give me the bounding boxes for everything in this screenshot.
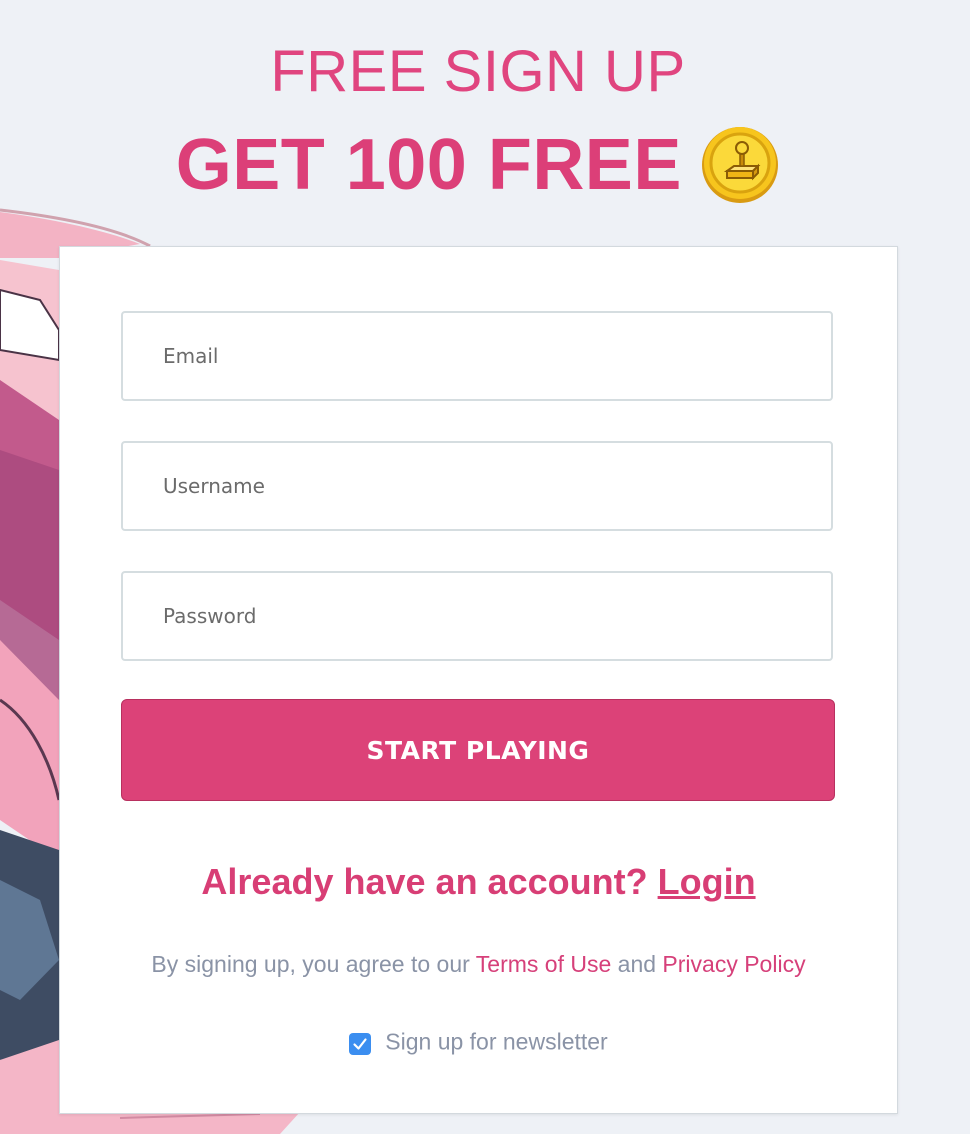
legal-joiner: and xyxy=(617,951,657,977)
username-field[interactable] xyxy=(121,441,833,531)
bonus-heading: GET 100 FREE xyxy=(175,125,682,205)
login-link[interactable]: Login xyxy=(658,861,756,902)
login-prompt-text: Already have an account? xyxy=(201,861,648,902)
email-field[interactable] xyxy=(121,311,833,401)
joystick-coin-icon xyxy=(702,127,779,203)
legal-notice: By signing up, you agree to our Terms of… xyxy=(60,951,897,978)
newsletter-checkbox[interactable] xyxy=(349,1032,372,1055)
newsletter-option: Sign up for newsletter xyxy=(60,1027,897,1055)
signup-heading: FREE SIGN UP xyxy=(270,39,686,104)
password-field[interactable] xyxy=(121,571,833,661)
login-prompt: Already have an account? Login xyxy=(60,861,897,903)
terms-of-use-link[interactable]: Terms of Use xyxy=(476,951,611,977)
privacy-policy-link[interactable]: Privacy Policy xyxy=(662,951,805,977)
checkmark-icon xyxy=(353,1038,367,1050)
newsletter-label: Sign up for newsletter xyxy=(385,1028,608,1055)
start-playing-button[interactable]: START PLAYING xyxy=(121,699,835,801)
legal-prefix: By signing up, you agree to our xyxy=(151,951,470,977)
signup-card: START PLAYING Already have an account? L… xyxy=(59,246,898,1114)
bonus-heading-row: GET 100 FREE xyxy=(0,124,956,206)
